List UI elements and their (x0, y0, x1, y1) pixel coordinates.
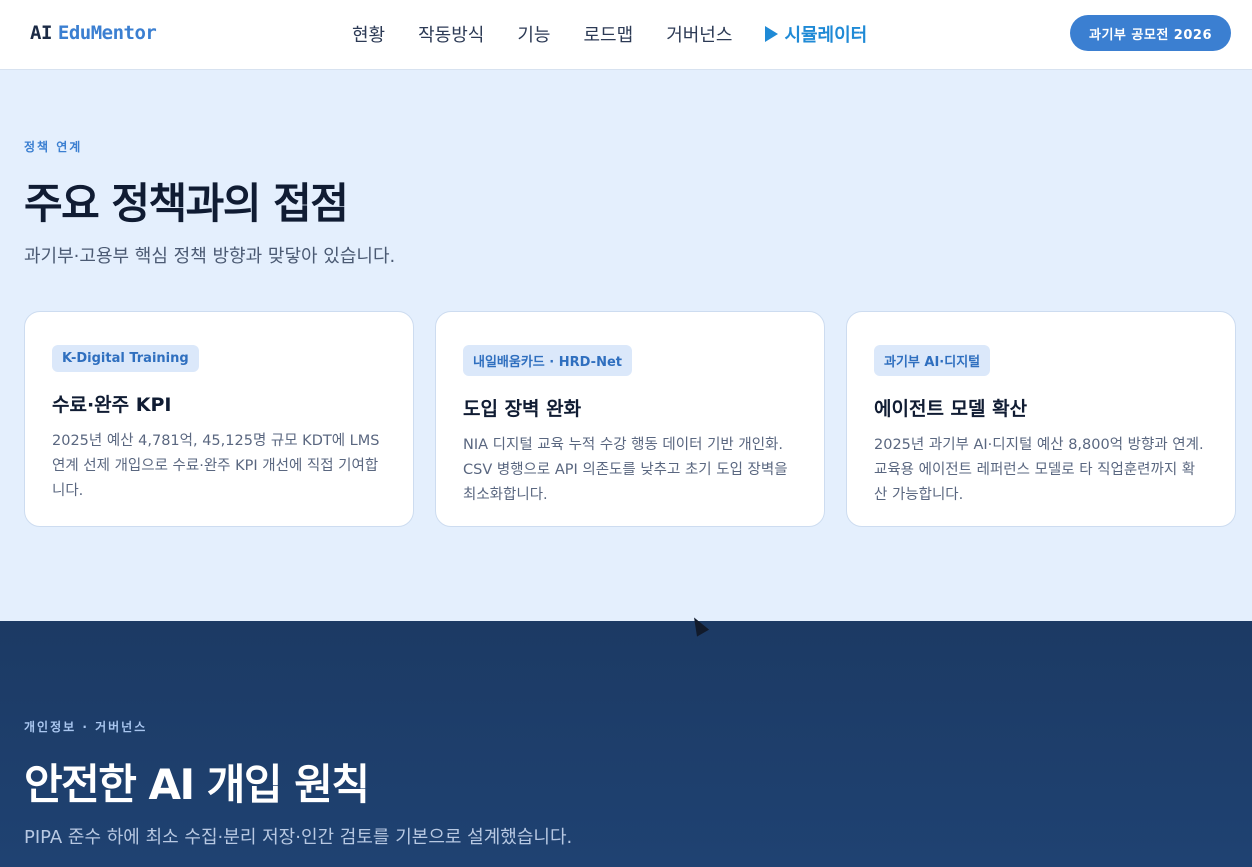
nav-item-status[interactable]: 현황 (352, 21, 385, 47)
nav-item-roadmap[interactable]: 로드맵 (584, 21, 634, 47)
contest-badge-button[interactable]: 과기부 공모전 2026 (1070, 15, 1231, 51)
card-body: NIA 디지털 교육 누적 수강 행동 데이터 기반 개인화. CSV 병행으로… (463, 437, 788, 503)
card-title: 에이전트 모델 확산 (874, 398, 1028, 420)
card-tag: 내일배움카드 · HRD-Net (463, 345, 632, 376)
policy-cards: K-Digital Training 수료·완주 KPI 2025년 예산 4,… (24, 311, 1236, 527)
card-body: 2025년 예산 4,781억, 45,125명 규모 KDT에 LMS 연계 … (52, 433, 380, 499)
section-eyebrow: 개인정보 · 거버넌스 (24, 720, 148, 734)
policy-card-hrd: 내일배움카드 · HRD-Net 도입 장벽 완화 NIA 디지털 교육 누적 … (435, 311, 825, 527)
simulator-label: 시뮬레이터 (784, 25, 868, 46)
play-icon (765, 26, 779, 42)
governance-section: 개인정보 · 거버넌스 안전한 AI 개입 원칙 PIPA 준수 하에 최소 수… (0, 621, 1252, 867)
policy-section: 정책 연계 주요 정책과의 접점 과기부·고용부 핵심 정책 방향과 맞닿아 있… (0, 70, 1252, 621)
logo-ai-text: AI (30, 22, 52, 44)
card-tag: K-Digital Training (52, 345, 199, 372)
section-subtitle: PIPA 준수 하에 최소 수집·분리 저장·인간 검토를 기본으로 설계했습니… (24, 827, 573, 848)
top-navigation-bar: AI EduMentor 현황 작동방식 기능 로드맵 거버넌스 시뮬레이터 과기… (0, 0, 1252, 70)
section-eyebrow: 정책 연계 (24, 140, 83, 154)
card-tag: 과기부 AI·디지털 (874, 345, 991, 376)
main-nav: 현황 작동방식 기능 로드맵 거버넌스 시뮬레이터 (352, 20, 867, 48)
card-title: 도입 장벽 완화 (463, 398, 582, 420)
logo-brand-text: EduMentor (57, 22, 157, 44)
section-title: 주요 정책과의 접점 (24, 179, 349, 228)
section-subtitle: 과기부·고용부 핵심 정책 방향과 맞닿아 있습니다. (24, 246, 396, 267)
section-title: 안전한 AI 개입 원칙 (24, 760, 370, 809)
policy-card-kdt: K-Digital Training 수료·완주 KPI 2025년 예산 4,… (24, 311, 414, 527)
card-title: 수료·완주 KPI (52, 394, 172, 416)
card-body: 2025년 과기부 AI·디지털 예산 8,800억 방향과 연계. 교육용 에… (874, 437, 1204, 503)
nav-item-simulator[interactable]: 시뮬레이터 (765, 21, 867, 47)
policy-card-msit: 과기부 AI·디지털 에이전트 모델 확산 2025년 과기부 AI·디지털 예… (846, 311, 1236, 527)
nav-item-how-it-works[interactable]: 작동방식 (418, 21, 484, 47)
logo[interactable]: AI EduMentor (30, 22, 157, 44)
nav-item-features[interactable]: 기능 (517, 21, 550, 47)
nav-item-governance[interactable]: 거버넌스 (666, 21, 732, 47)
